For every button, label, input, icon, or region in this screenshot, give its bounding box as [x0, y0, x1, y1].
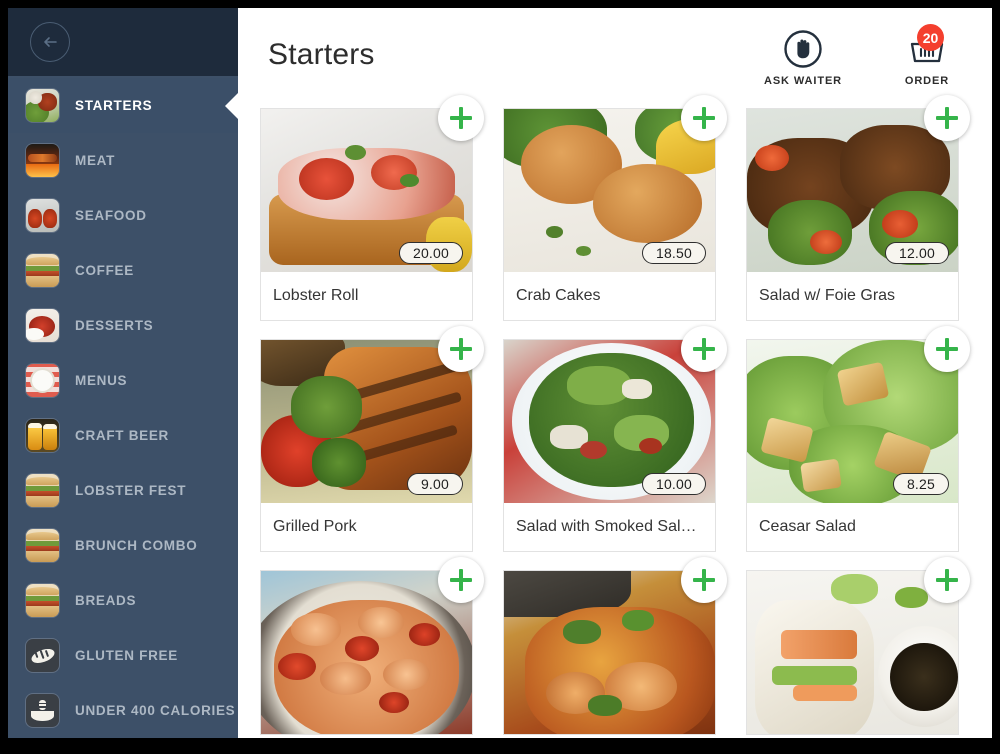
add-item-button[interactable]	[438, 326, 484, 372]
tablet-menu-app: STARTERS MEAT SEAFOOD COFFEE DESSERTS MENUS CR…	[8, 8, 992, 738]
item-name: Lobster Roll	[273, 287, 359, 304]
add-item-button[interactable]	[681, 557, 727, 603]
item-price: 9.00	[406, 473, 463, 495]
sidebar-item-label: STARTERS	[75, 98, 153, 113]
sidebar-item-under-400-calories[interactable]: UNDER 400 CALORIES	[8, 683, 238, 738]
content-header: Starters ASK WAITER 20 ORDER	[238, 8, 992, 108]
sidebar-item-craft-beer[interactable]: CRAFT BEER	[8, 408, 238, 463]
sidebar-item-gluten-free[interactable]: GLUTEN FREE	[8, 628, 238, 683]
add-item-button[interactable]	[681, 326, 727, 372]
shrimp-skillet-photo	[261, 571, 472, 734]
ask-waiter-label: ASK WAITER	[763, 75, 843, 87]
item-name: Ceasar Salad	[759, 518, 856, 535]
sidebar-item-starters[interactable]: STARTERS	[8, 78, 238, 133]
sidebar-item-breads[interactable]: BREADS	[8, 573, 238, 628]
sidebar-item-label: SEAFOOD	[75, 208, 147, 223]
sidebar-item-label: MEAT	[75, 153, 116, 168]
sandwich-thumb	[26, 584, 59, 617]
ceasar-salad-photo: 8.25	[747, 340, 958, 503]
grilled-pork-photo: 9.00	[261, 340, 472, 503]
main-content: Starters ASK WAITER 20 ORDER 20.00 Lobst…	[238, 8, 992, 738]
menu-item-card[interactable]	[746, 557, 970, 735]
raised-hand-icon	[784, 30, 822, 68]
foie-gras-salad-photo: 12.00	[747, 109, 958, 272]
sidebar-item-label: COFFEE	[75, 263, 134, 278]
item-name: Salad with Smoked Sal…	[516, 518, 697, 535]
sidebar-item-seafood[interactable]: SEAFOOD	[8, 188, 238, 243]
sidebar-item-label: UNDER 400 CALORIES	[75, 703, 236, 718]
sidebar-item-label: BREADS	[75, 593, 137, 608]
item-price: 20.00	[398, 242, 463, 264]
menu-item-card[interactable]: 20.00 Lobster Roll	[260, 95, 484, 321]
sidebar-item-label: CRAFT BEER	[75, 428, 169, 443]
add-item-button[interactable]	[924, 557, 970, 603]
lobster-thumb	[26, 199, 59, 232]
item-price: 8.25	[892, 473, 949, 495]
order-count-badge: 20	[917, 24, 944, 51]
menu-item-card[interactable]: 12.00 Salad w/ Foie Gras	[746, 95, 970, 321]
bread-loaf-icon	[26, 639, 59, 672]
add-item-button[interactable]	[924, 95, 970, 141]
spring-roll-photo	[747, 571, 958, 734]
crab-cakes-photo: 18.50	[504, 109, 715, 272]
plate-checker-thumb	[26, 364, 59, 397]
beer-thumb	[26, 419, 59, 452]
menu-item-card[interactable]: 8.25 Ceasar Salad	[746, 326, 970, 552]
sidebar-item-label: BRUNCH COMBO	[75, 538, 198, 553]
lobster-roll-photo: 20.00	[261, 109, 472, 272]
sidebar-header	[8, 8, 238, 76]
sidebar-item-list: STARTERS MEAT SEAFOOD COFFEE DESSERTS MENUS CR…	[8, 76, 238, 738]
add-item-button[interactable]	[438, 95, 484, 141]
grill-meat-thumb	[26, 144, 59, 177]
sidebar-item-label: MENUS	[75, 373, 128, 388]
active-item-indicator	[225, 92, 238, 119]
add-item-button[interactable]	[681, 95, 727, 141]
smoked-salmon-salad-photo: 10.00	[504, 340, 715, 503]
dessert-thumb	[26, 309, 59, 342]
sidebar-item-meat[interactable]: MEAT	[8, 133, 238, 188]
salad-thumb	[26, 89, 59, 122]
order-button[interactable]: 20 ORDER	[884, 24, 970, 87]
page-title: Starters	[268, 38, 375, 71]
menu-item-card[interactable]: 10.00 Salad with Smoked Sal…	[503, 326, 727, 552]
item-price: 12.00	[884, 242, 949, 264]
category-sidebar: STARTERS MEAT SEAFOOD COFFEE DESSERTS MENUS CR…	[8, 8, 238, 738]
ask-waiter-button[interactable]: ASK WAITER	[760, 26, 846, 87]
header-actions: ASK WAITER 20 ORDER	[760, 24, 970, 87]
order-label: ORDER	[904, 75, 950, 87]
menu-item-card[interactable]: 9.00 Grilled Pork	[260, 326, 484, 552]
sidebar-item-menus[interactable]: MENUS	[8, 353, 238, 408]
item-name: Crab Cakes	[516, 287, 601, 304]
calorie-bowl-icon	[26, 694, 59, 727]
back-arrow-icon	[44, 37, 57, 47]
menu-item-grid: 20.00 Lobster Roll 18.50 Crab Cakes 12.00 Sal…	[238, 95, 992, 735]
add-item-button[interactable]	[438, 557, 484, 603]
sandwich-thumb	[26, 529, 59, 562]
item-price: 10.00	[641, 473, 706, 495]
menu-item-card[interactable]	[260, 557, 484, 735]
add-item-button[interactable]	[924, 326, 970, 372]
shrimp-curry-photo	[504, 571, 715, 734]
sidebar-item-label: DESSERTS	[75, 318, 154, 333]
ask-waiter-icon-wrap	[782, 26, 824, 72]
menu-item-card[interactable]	[503, 557, 727, 735]
sidebar-item-label: GLUTEN FREE	[75, 648, 178, 663]
sandwich-thumb	[26, 474, 59, 507]
back-button[interactable]	[30, 22, 70, 62]
order-icon-wrap: 20	[904, 24, 950, 72]
sidebar-item-desserts[interactable]: DESSERTS	[8, 298, 238, 353]
item-name: Grilled Pork	[273, 518, 357, 535]
sidebar-item-brunch-combo[interactable]: BRUNCH COMBO	[8, 518, 238, 573]
item-name: Salad w/ Foie Gras	[759, 287, 896, 304]
sandwich-thumb	[26, 254, 59, 287]
sidebar-item-lobster-fest[interactable]: LOBSTER FEST	[8, 463, 238, 518]
item-price: 18.50	[641, 242, 706, 264]
menu-item-card[interactable]: 18.50 Crab Cakes	[503, 95, 727, 321]
sidebar-item-label: LOBSTER FEST	[75, 483, 187, 498]
sidebar-item-coffee[interactable]: COFFEE	[8, 243, 238, 298]
